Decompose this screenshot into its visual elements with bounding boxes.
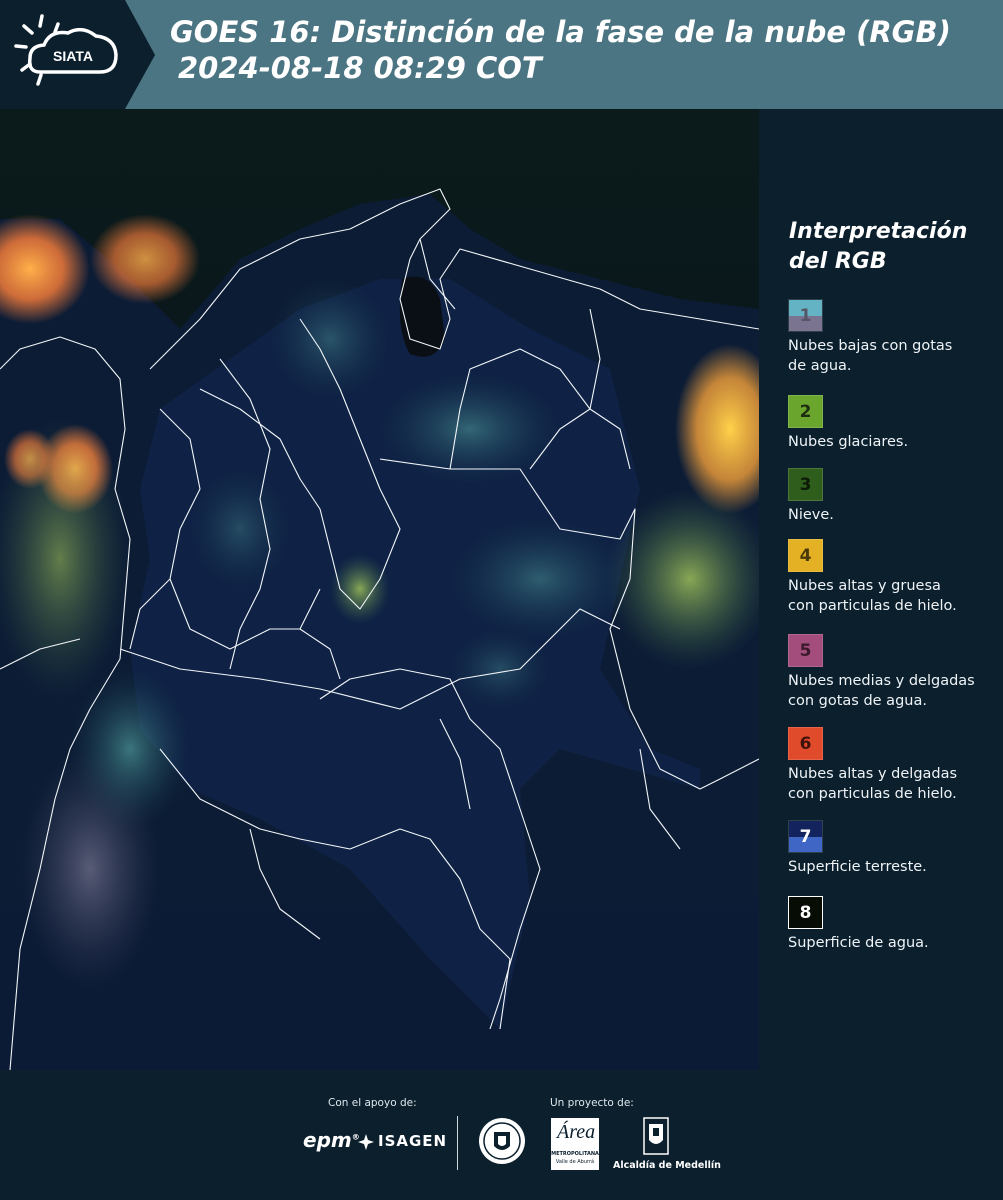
rgb-composite-image [0, 109, 759, 1070]
area-logo-sub2: Valle de Aburrá [555, 1159, 595, 1165]
satellite-map[interactable] [0, 109, 759, 1070]
title-product: GOES 16: Distinción de la fase de la nub… [170, 15, 951, 49]
page-footer: Con el apoyo de: Un proyecto de: epm® IS… [0, 1070, 1003, 1200]
alcaldia-shield-icon [643, 1117, 669, 1155]
legend-label: Nieve. [788, 507, 834, 523]
area-logo-sub: METROPOLITANA [551, 1151, 599, 1157]
alcaldia-logo-text: Alcaldía de Medellín [613, 1160, 721, 1171]
siata-brand-text: SIATA [53, 48, 93, 64]
legend-swatch-4: 4 [788, 539, 823, 572]
title-timestamp: 2024-08-18 08:29 COT [178, 51, 542, 85]
university-seal-icon [479, 1118, 525, 1164]
legend-title: Interpretación del RGB [789, 219, 968, 274]
support-label: Con el apoyo de: [328, 1097, 417, 1109]
legend-item-6: 6 Nubes altas y delgadas con particulas … [788, 727, 998, 804]
legend-swatch-3: 3 [788, 468, 823, 501]
legend-item-7: 7 Superficie terreste. [788, 820, 998, 877]
legend-swatch-7: 7 [788, 820, 823, 853]
legend-label: Nubes medias y delgadas con gotas de agu… [788, 673, 975, 709]
page-title: GOES 16: Distinción de la fase de la nub… [170, 14, 951, 86]
legend-item-2: 2 Nubes glaciares. [788, 395, 998, 452]
legend-panel: Interpretación del RGB 1 Nubes bajas con… [759, 109, 1003, 1070]
legend-swatch-5: 5 [788, 634, 823, 667]
legend-item-3: 3 Nieve. [788, 468, 998, 525]
area-metropolitana-logo: Área METROPOLITANA Valle de Aburrá [551, 1118, 599, 1170]
footer-divider [457, 1116, 458, 1170]
isagen-star-icon [358, 1134, 374, 1150]
legend-swatch-8: 8 [788, 896, 823, 929]
legend-number: 7 [799, 826, 812, 847]
legend-label: Nubes glaciares. [788, 434, 909, 450]
legend-number: 8 [799, 902, 812, 923]
legend-label: Nubes bajas con gotas de agua. [788, 338, 953, 374]
legend-swatch-6: 6 [788, 727, 823, 760]
legend-label: Superficie terreste. [788, 859, 927, 875]
legend-number: 4 [799, 545, 812, 566]
epm-logo-text: epm [303, 1128, 352, 1152]
legend-label: Superficie de agua. [788, 935, 929, 951]
legend-label: Nubes altas y gruesa con particulas de h… [788, 578, 957, 614]
siata-logo-panel: SIATA [0, 0, 155, 109]
legend-swatch-1: 1 [788, 299, 823, 332]
legend-number: 1 [799, 305, 812, 326]
legend-label: Nubes altas y delgadas con particulas de… [788, 766, 958, 802]
legend-number: 2 [799, 401, 812, 422]
isagen-logo-text: ISAGEN [378, 1132, 448, 1150]
legend-item-5: 5 Nubes medias y delgadas con gotas de a… [788, 634, 998, 711]
legend-number: 5 [799, 640, 812, 661]
legend-item-8: 8 Superficie de agua. [788, 896, 998, 953]
project-label: Un proyecto de: [550, 1097, 634, 1109]
legend-number: 3 [799, 474, 812, 495]
epm-logo: epm® [303, 1128, 360, 1152]
legend-item-4: 4 Nubes altas y gruesa con particulas de… [788, 539, 998, 616]
page-header: SIATA GOES 16: Distinción de la fase de … [0, 0, 1003, 109]
legend-swatch-2: 2 [788, 395, 823, 428]
area-logo-text: Área [557, 1121, 596, 1143]
legend-item-1: 1 Nubes bajas con gotas de agua. [788, 299, 998, 376]
legend-number: 6 [799, 733, 812, 754]
